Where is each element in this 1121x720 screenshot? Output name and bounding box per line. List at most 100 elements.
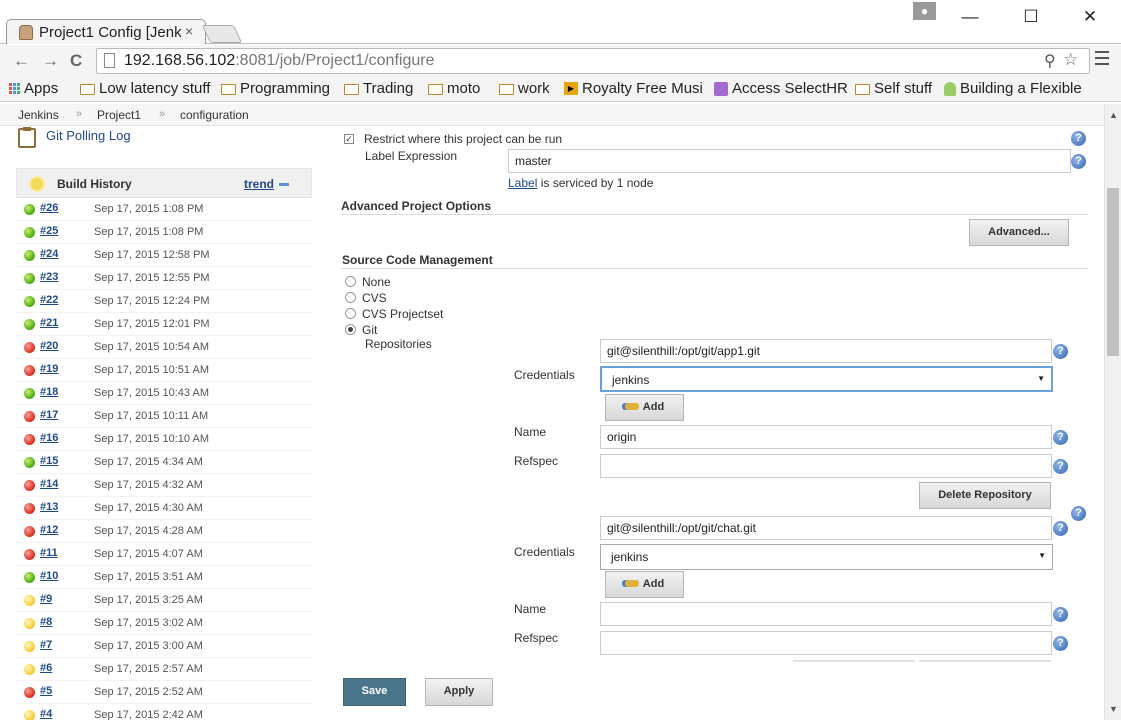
build-status-ball-icon: [24, 457, 35, 468]
scm-radio-none[interactable]: [345, 276, 356, 287]
help-icon[interactable]: ?: [1053, 430, 1068, 445]
jenkins-favicon-icon: [19, 25, 33, 40]
help-icon[interactable]: ?: [1071, 506, 1086, 521]
help-icon[interactable]: ?: [1053, 459, 1068, 474]
name-input[interactable]: origin: [600, 425, 1052, 449]
apply-button[interactable]: Apply: [425, 678, 493, 706]
add-credentials-button[interactable]: Add: [605, 394, 684, 421]
back-button[interactable]: ←: [13, 51, 30, 71]
build-number-link[interactable]: #10: [40, 570, 58, 582]
build-row: #11 Sep 17, 2015 4:07 AM: [16, 543, 312, 566]
zoom-icon[interactable]: ⚲: [1044, 51, 1056, 71]
build-number-link[interactable]: #6: [40, 662, 52, 674]
scrollbar-thumb[interactable]: [1107, 188, 1119, 356]
build-number-link[interactable]: #13: [40, 501, 58, 513]
help-icon[interactable]: ?: [1053, 521, 1068, 536]
credentials-select[interactable]: jenkins ▼: [600, 544, 1053, 570]
button-edge: [793, 660, 915, 662]
build-number-link[interactable]: #12: [40, 524, 58, 536]
maximize-button[interactable]: ☐: [1016, 6, 1046, 28]
save-button[interactable]: Save: [343, 678, 406, 706]
advanced-button[interactable]: Advanced...: [969, 219, 1069, 246]
build-number-link[interactable]: #24: [40, 248, 58, 260]
scm-radio-cvs[interactable]: [345, 292, 356, 303]
bookmark-apps[interactable]: Apps: [9, 80, 58, 97]
help-icon[interactable]: ?: [1071, 131, 1086, 146]
repository-url-input[interactable]: git@silenthill:/opt/git/app1.git: [600, 339, 1052, 363]
label-link[interactable]: Label: [508, 176, 537, 190]
build-number-link[interactable]: #7: [40, 639, 52, 651]
bookmark-building-a-flexible[interactable]: Building a Flexible: [944, 80, 1099, 97]
help-icon[interactable]: ?: [1071, 154, 1086, 169]
breadcrumb-separator: »: [76, 108, 83, 120]
breadcrumb-project1[interactable]: Project1: [97, 108, 141, 122]
browser-tab[interactable]: Project1 Config [Jenk ×: [6, 19, 206, 44]
new-tab-button[interactable]: [201, 25, 243, 43]
address-bar[interactable]: 192.168.56.102:8081/job/Project1/configu…: [96, 48, 1090, 74]
help-icon[interactable]: ?: [1053, 344, 1068, 359]
bookmark-access-selecthr[interactable]: Access SelectHR: [714, 80, 848, 97]
tab-close-icon[interactable]: ×: [185, 23, 193, 39]
build-number-link[interactable]: #8: [40, 616, 52, 628]
repository-url-input[interactable]: git@silenthill:/opt/git/chat.git: [600, 516, 1052, 540]
window-close-button[interactable]: ✕: [1075, 6, 1105, 28]
build-number-link[interactable]: #14: [40, 478, 58, 490]
reload-button[interactable]: C: [70, 51, 82, 71]
build-row: #20 Sep 17, 2015 10:54 AM: [16, 336, 312, 359]
build-number-link[interactable]: #9: [40, 593, 52, 605]
scroll-up-icon[interactable]: ▲: [1109, 110, 1118, 120]
browser-menu-icon[interactable]: [1095, 51, 1109, 69]
chevron-down-icon: ▼: [1037, 374, 1045, 383]
bookmark-self-stuff[interactable]: Self stuff: [855, 80, 932, 97]
breadcrumb-jenkins[interactable]: Jenkins: [18, 108, 59, 122]
bookmark-low-latency-stuff[interactable]: Low latency stuff: [80, 80, 210, 97]
label-expression-input[interactable]: master: [508, 149, 1071, 173]
build-number-link[interactable]: #4: [40, 708, 52, 720]
scroll-down-icon[interactable]: ▼: [1109, 704, 1118, 714]
name-input[interactable]: [600, 602, 1052, 626]
scm-radio-git[interactable]: [345, 324, 356, 335]
trend-collapse-icon[interactable]: [279, 183, 289, 186]
build-status-ball-icon: [24, 572, 35, 583]
bookmark-moto[interactable]: moto: [428, 80, 480, 97]
build-date: Sep 17, 2015 12:58 PM: [94, 249, 210, 261]
url-text[interactable]: 192.168.56.102:8081/job/Project1/configu…: [124, 52, 434, 70]
refspec-input[interactable]: [600, 631, 1052, 655]
bookmark-programming[interactable]: Programming: [221, 80, 330, 97]
credentials-select[interactable]: jenkins ▼: [600, 366, 1053, 392]
build-status-ball-icon: [24, 641, 35, 652]
build-number-link[interactable]: #18: [40, 386, 58, 398]
forward-button[interactable]: →: [42, 51, 59, 71]
build-number-link[interactable]: #15: [40, 455, 58, 467]
bookmark-trading[interactable]: Trading: [344, 80, 413, 97]
build-number-link[interactable]: #22: [40, 294, 58, 306]
bookmark-star-icon[interactable]: ☆: [1063, 50, 1078, 70]
build-number-link[interactable]: #26: [40, 202, 58, 214]
minimize-button[interactable]: —: [955, 6, 985, 28]
build-number-link[interactable]: #25: [40, 225, 58, 237]
bookmark-label: moto: [447, 80, 481, 97]
build-date: Sep 17, 2015 3:51 AM: [94, 571, 203, 583]
restrict-checkbox[interactable]: ✓: [344, 134, 354, 144]
bookmark-work[interactable]: work: [499, 80, 550, 97]
bookmark-royalty-free-musi[interactable]: ▶ Royalty Free Musi: [564, 80, 703, 97]
build-number-link[interactable]: #17: [40, 409, 58, 421]
page-scrollbar[interactable]: ▲ ▼: [1104, 104, 1121, 720]
help-icon[interactable]: ?: [1053, 607, 1068, 622]
build-number-link[interactable]: #11: [40, 547, 58, 559]
build-number-link[interactable]: #16: [40, 432, 58, 444]
build-number-link[interactable]: #19: [40, 363, 58, 375]
git-polling-log-label[interactable]: Git Polling Log: [46, 128, 131, 143]
build-number-link[interactable]: #23: [40, 271, 58, 283]
delete-repository-button[interactable]: Delete Repository: [919, 482, 1051, 509]
build-number-link[interactable]: #20: [40, 340, 58, 352]
scm-radio-cvs-projectset[interactable]: [345, 308, 356, 319]
refspec-input[interactable]: [600, 454, 1052, 478]
build-number-link[interactable]: #21: [40, 317, 58, 329]
add-credentials-button[interactable]: Add: [605, 571, 684, 598]
build-number-link[interactable]: #5: [40, 685, 52, 697]
trend-link[interactable]: trend: [244, 177, 274, 191]
build-date: Sep 17, 2015 10:51 AM: [94, 364, 209, 376]
help-icon[interactable]: ?: [1053, 636, 1068, 651]
user-profile-icon[interactable]: ●: [913, 2, 936, 20]
